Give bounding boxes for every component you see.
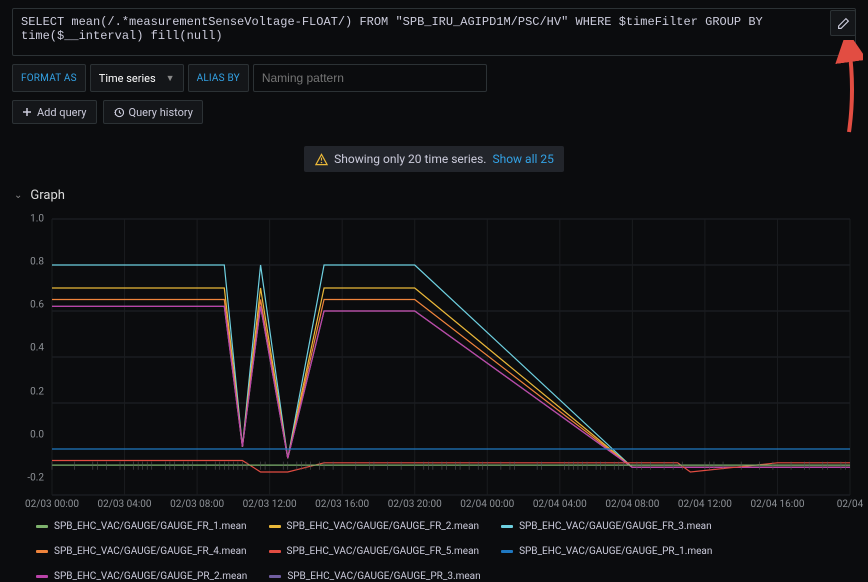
legend-swatch xyxy=(501,525,513,528)
legend: SPB_EHC_VAC/GAUGE/GAUGE_FR_1.mean SPB_EHC… xyxy=(36,521,856,582)
query-history-button[interactable]: Query history xyxy=(103,100,203,124)
x-tick: 02/04 00:00 xyxy=(460,499,514,510)
format-as-label: FORMAT AS xyxy=(12,64,86,92)
legend-item[interactable]: SPB_EHC_VAC/GAUGE/GAUGE_PR_1.mean xyxy=(501,546,712,557)
legend-label: SPB_EHC_VAC/GAUGE/GAUGE_PR_1.mean xyxy=(519,546,712,557)
format-as-select[interactable]: Time series ▼ xyxy=(90,64,184,92)
x-tick: 02/03 16:00 xyxy=(315,499,369,510)
graph-section: ⌄ Graph 1.0 0.8 0.6 0.4 0.2 0.0 -0.2 02/03 00:… xyxy=(0,182,868,582)
plus-icon xyxy=(22,107,32,117)
legend-swatch xyxy=(269,550,281,553)
legend-label: SPB_EHC_VAC/GAUGE/GAUGE_PR_2.mean xyxy=(54,571,247,582)
graph-title: Graph xyxy=(30,188,65,203)
add-query-button[interactable]: Add query xyxy=(12,100,97,124)
series-limit-text: Showing only 20 time series. xyxy=(334,152,486,166)
plot-canvas xyxy=(12,213,856,513)
x-tick: 02/03 04:00 xyxy=(98,499,152,510)
x-tick: 02/03 20:00 xyxy=(388,499,442,510)
format-as-value: Time series xyxy=(99,72,156,85)
x-axis-ticks: 02/03 00:0002/03 04:0002/03 08:0002/03 1… xyxy=(52,499,850,513)
legend-label: SPB_EHC_VAC/GAUGE/GAUGE_FR_2.mean xyxy=(287,521,480,532)
chevron-down-icon: ⌄ xyxy=(14,190,22,201)
legend-label: SPB_EHC_VAC/GAUGE/GAUGE_FR_5.mean xyxy=(287,546,480,557)
y-tick: 0.8 xyxy=(30,256,44,267)
history-icon xyxy=(113,107,124,118)
legend-label: SPB_EHC_VAC/GAUGE/GAUGE_PR_3.mean xyxy=(287,571,480,582)
legend-item[interactable]: SPB_EHC_VAC/GAUGE/GAUGE_PR_3.mean xyxy=(269,571,480,582)
plot-area[interactable]: 1.0 0.8 0.6 0.4 0.2 0.0 -0.2 02/03 00:00 02/03 … xyxy=(12,213,856,513)
legend-label: SPB_EHC_VAC/GAUGE/GAUGE_FR_1.mean xyxy=(54,521,247,532)
x-tick: 02/04 04:00 xyxy=(533,499,587,510)
x-tick: 02/03 00:00 xyxy=(25,499,79,510)
alias-by-input[interactable] xyxy=(253,64,487,92)
legend-label: SPB_EHC_VAC/GAUGE/GAUGE_FR_3.mean xyxy=(519,521,712,532)
legend-item[interactable]: SPB_EHC_VAC/GAUGE/GAUGE_FR_1.mean xyxy=(36,521,247,532)
y-tick: 0.2 xyxy=(30,386,44,397)
info-bar: Showing only 20 time series. Show all 25 xyxy=(0,146,868,172)
x-tick: 02/04 xyxy=(837,499,864,510)
x-tick: 02/03 08:00 xyxy=(170,499,224,510)
query-options-row: FORMAT AS Time series ▼ ALIAS BY xyxy=(12,64,856,92)
warning-icon xyxy=(314,152,328,166)
y-tick: 0.0 xyxy=(30,429,44,440)
legend-swatch xyxy=(36,575,48,578)
graph-collapse-toggle[interactable]: ⌄ Graph xyxy=(12,182,856,209)
legend-swatch xyxy=(269,525,281,528)
query-panel: SELECT mean(/.*measurementSenseVoltage-F… xyxy=(0,0,868,124)
legend-item[interactable]: SPB_EHC_VAC/GAUGE/GAUGE_FR_4.mean xyxy=(36,546,247,557)
legend-item[interactable]: SPB_EHC_VAC/GAUGE/GAUGE_FR_2.mean xyxy=(269,521,480,532)
pencil-icon xyxy=(837,17,850,30)
y-axis-ticks: 1.0 0.8 0.6 0.4 0.2 0.0 -0.2 xyxy=(12,213,48,495)
add-query-label: Add query xyxy=(37,106,87,119)
query-actions-row: Add query Query history xyxy=(12,100,856,124)
query-history-label: Query history xyxy=(129,106,193,119)
y-tick: 0.4 xyxy=(30,343,44,354)
legend-swatch xyxy=(501,550,513,553)
legend-item[interactable]: SPB_EHC_VAC/GAUGE/GAUGE_FR_5.mean xyxy=(269,546,480,557)
x-tick: 02/04 16:00 xyxy=(750,499,804,510)
chevron-down-icon: ▼ xyxy=(166,73,175,84)
alias-by-label: ALIAS BY xyxy=(188,64,249,92)
y-tick: 1.0 xyxy=(30,213,44,224)
legend-item[interactable]: SPB_EHC_VAC/GAUGE/GAUGE_FR_3.mean xyxy=(501,521,712,532)
edit-button[interactable] xyxy=(830,10,856,36)
x-tick: 02/04 12:00 xyxy=(678,499,732,510)
series-limit-notice: Showing only 20 time series. Show all 25 xyxy=(304,146,564,172)
x-tick: 02/04 08:00 xyxy=(605,499,659,510)
query-text-input[interactable]: SELECT mean(/.*measurementSenseVoltage-F… xyxy=(12,8,856,56)
legend-item[interactable]: SPB_EHC_VAC/GAUGE/GAUGE_PR_2.mean xyxy=(36,571,247,582)
legend-swatch xyxy=(36,550,48,553)
y-tick: 0.6 xyxy=(30,300,44,311)
legend-swatch xyxy=(36,525,48,528)
legend-swatch xyxy=(269,575,281,578)
y-tick: -0.2 xyxy=(27,473,44,484)
x-tick: 02/03 12:00 xyxy=(243,499,297,510)
show-all-link[interactable]: Show all 25 xyxy=(492,152,553,166)
legend-label: SPB_EHC_VAC/GAUGE/GAUGE_FR_4.mean xyxy=(54,546,247,557)
